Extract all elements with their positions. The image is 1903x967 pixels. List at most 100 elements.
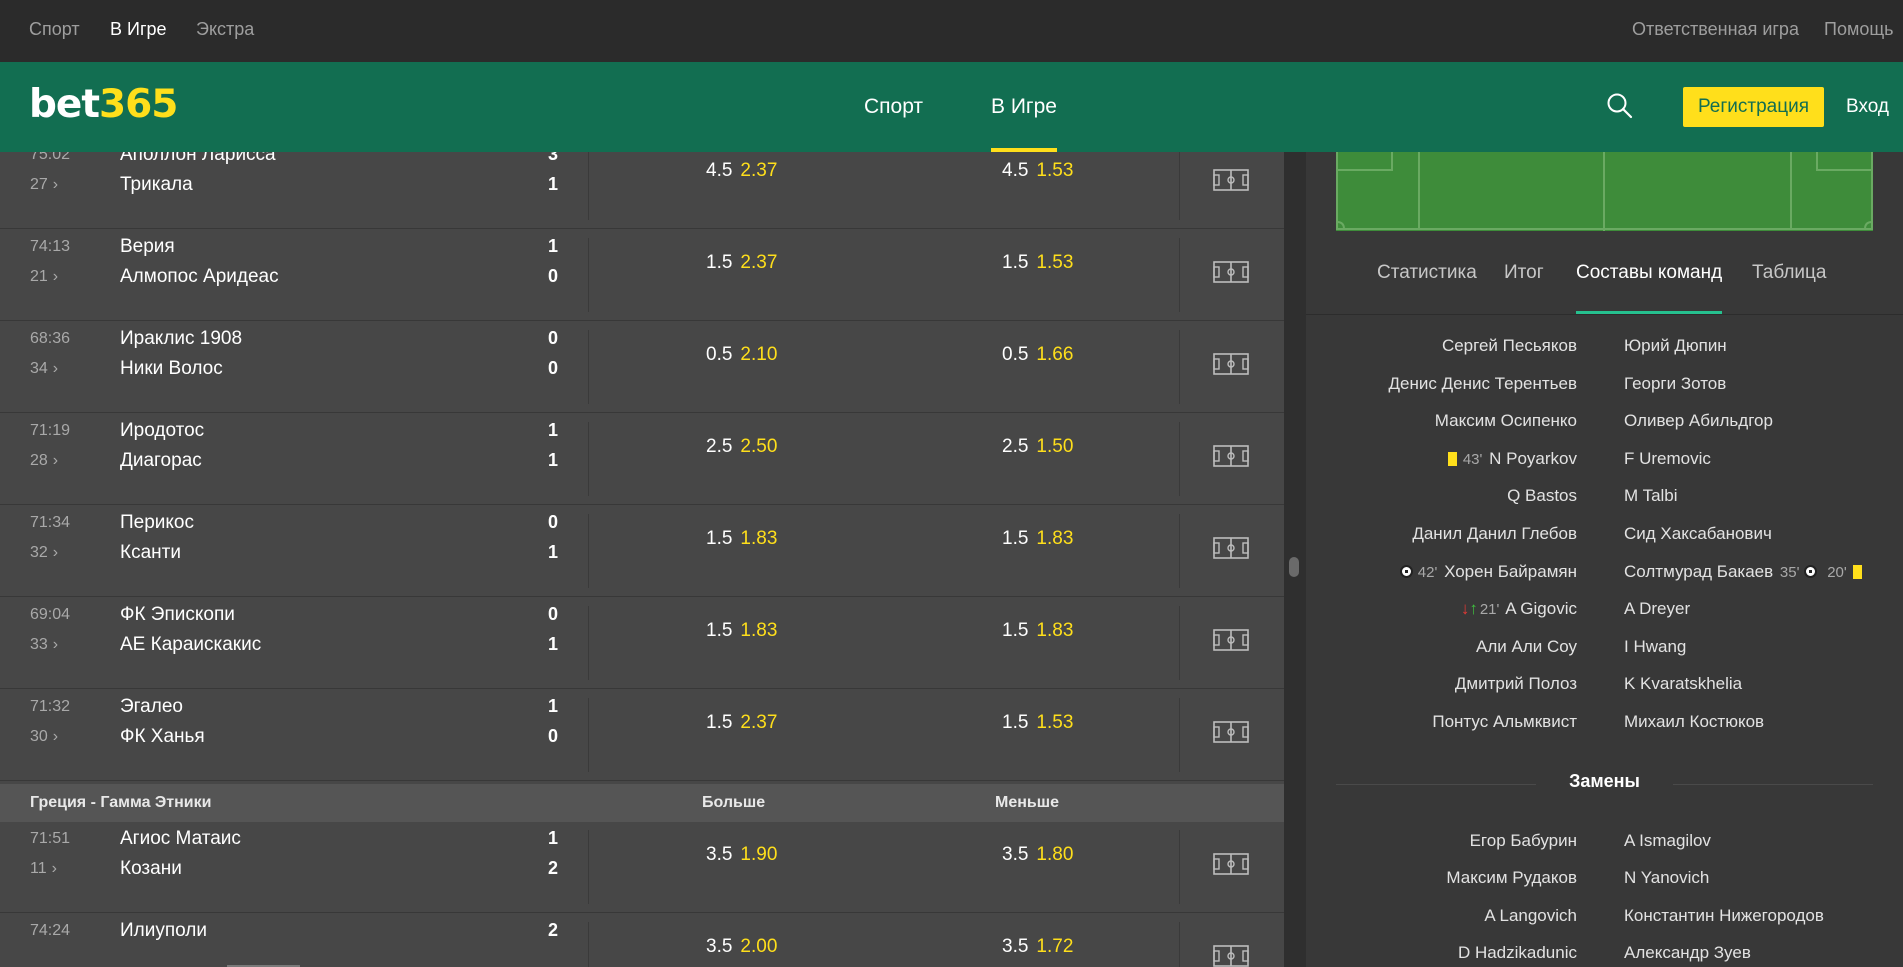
under-odds-button[interactable]: 3.5 1.80 [1002,844,1073,866]
away-score: 1 [548,450,559,470]
under-odds-button[interactable]: 3.5 1.72 [1002,936,1073,958]
home-team: Перикос [120,512,194,533]
match-minute[interactable]: 28 › [30,452,58,470]
away-player: Юрий Дюпин [1624,336,1727,355]
away-player: Солтмурад Бакаев [1624,562,1774,581]
tab-table[interactable]: Таблица [1752,262,1827,314]
under-odds-button[interactable]: 1.5 1.83 [1002,528,1073,550]
event-minute: 42' [1417,564,1438,581]
vertical-scrollbar-thumb[interactable] [1289,557,1299,577]
event-minute: 21' [1479,601,1500,618]
over-odds-button[interactable]: 1.5 2.37 [706,712,777,734]
column-divider [588,698,589,772]
over-odds-button[interactable]: 2.5 2.50 [706,436,777,458]
match-minute[interactable]: 27 › [30,176,58,194]
match-row[interactable]: 71:51 11 › Агиос Матаис Козани 1 2 3.5 1.90 3.5 1.… [0,822,1284,913]
over-odds-button[interactable]: 3.5 2.00 [706,936,777,958]
pitch-icon[interactable] [1213,853,1249,875]
over-odds-button[interactable]: 0.5 2.10 [706,344,777,366]
pitch-icon[interactable] [1213,721,1249,743]
match-row[interactable]: 69:04 33 › ФК Эпископи АЕ Караискакис 0 1 1.5 1.… [0,598,1284,689]
tab-summary[interactable]: Итог [1504,262,1544,314]
under-price: 1.53 [1036,160,1074,181]
responsible-gaming-link[interactable]: Ответственная игра [1632,0,1799,62]
over-price: 2.00 [740,936,778,957]
pitch-icon[interactable] [1213,537,1249,559]
login-button[interactable]: Вход [1846,87,1889,127]
over-odds-button[interactable]: 4.5 2.37 [706,160,777,182]
under-line: 1.5 [1002,620,1029,641]
under-price: 1.83 [1036,528,1074,549]
column-divider [1179,830,1180,904]
goal-ball-icon [1399,565,1413,578]
tab-lineups[interactable]: Составы команд [1576,262,1723,314]
under-price: 1.66 [1036,344,1074,365]
match-row[interactable]: 75:02 27 › Аполлон Ларисса Трикала 3 1 4.5 2.37 4… [0,152,1284,229]
home-player: Хорен Байрамян [1444,562,1577,581]
bet365-logo[interactable]: bet365 [29,82,178,128]
over-odds-button[interactable]: 1.5 1.83 [706,528,777,550]
pitch-icon[interactable] [1213,629,1249,651]
under-odds-button[interactable]: 1.5 1.53 [1002,712,1073,734]
topnav-sport[interactable]: Спорт [29,0,80,62]
away-player: M Talbi [1624,486,1678,505]
over-column-header: Больше [702,794,766,811]
match-row[interactable]: 71:34 32 › Перикос Ксанти 0 1 1.5 1.83 1.5 1.83 [0,506,1284,597]
home-score: 1 [548,236,559,256]
help-link[interactable]: Помощь [1824,0,1894,62]
match-clock: 74:13 [30,238,71,255]
under-line: 3.5 [1002,844,1029,865]
match-row[interactable]: 71:19 28 › Иродотос Диагорас 1 1 2.5 2.50 2.5 1.50 [0,414,1284,505]
goal-ball-icon [1804,565,1818,578]
under-odds-button[interactable]: 1.5 1.53 [1002,252,1073,274]
match-row[interactable]: 71:32 30 › Эгалео ФК Ханья 1 0 1.5 2.37 1.5 1.53 [0,690,1284,781]
over-odds-button[interactable]: 1.5 2.37 [706,252,777,274]
mainnav-inplay[interactable]: В Игре [991,62,1057,152]
away-team: Ксанти [120,542,181,563]
match-row[interactable]: 68:36 34 › Ираклис 1908 Ники Волос 0 0 0.5 2.10 0… [0,322,1284,413]
pitch-icon[interactable] [1213,261,1249,283]
over-odds-button[interactable]: 3.5 1.90 [706,844,777,866]
match-row[interactable]: 74:13 21 › Верия Алмопос Аридеас 1 0 1.5 2.37 1.5… [0,230,1284,321]
substitutes-title: Замены [1569,771,1640,791]
register-button[interactable]: Регистрация [1683,87,1824,127]
over-line: 0.5 [706,344,733,365]
away-player: Сид Хаксабанович [1624,524,1772,543]
home-player: Сергей Песьяков [1441,336,1577,355]
over-line: 1.5 [706,528,733,549]
match-minute[interactable]: 32 › [30,544,58,562]
chevron-right-icon: › [52,544,59,561]
column-divider [588,922,589,967]
home-team: Верия [120,236,175,257]
match-minute[interactable]: 33 › [30,636,58,654]
under-odds-button[interactable]: 1.5 1.83 [1002,620,1073,642]
pitch-icon[interactable] [1213,945,1249,967]
home-score: 0 [548,512,559,532]
away-player: K Kvaratskhelia [1624,674,1743,693]
under-odds-button[interactable]: 2.5 1.50 [1002,436,1073,458]
tab-statistics[interactable]: Статистика [1377,262,1477,314]
pitch-icon[interactable] [1213,169,1249,191]
match-minute[interactable]: 11 › [30,860,57,878]
column-divider [588,152,589,220]
match-minute[interactable]: 30 › [30,728,58,746]
under-line: 1.5 [1002,528,1029,549]
mainnav-sport[interactable]: Спорт [864,62,923,152]
over-odds-button[interactable]: 1.5 1.83 [706,620,777,642]
away-sub: Константин Нижегородов [1624,906,1824,925]
search-icon[interactable] [1606,92,1634,120]
match-row[interactable]: 74:24 Илиуполи 2 3.5 2.00 3.5 1.72 [0,914,1284,967]
under-odds-button[interactable]: 4.5 1.53 [1002,160,1073,182]
over-line: 1.5 [706,252,733,273]
under-price: 1.50 [1036,436,1074,457]
topnav-inplay[interactable]: В Игре [110,0,167,62]
pitch-icon[interactable] [1213,445,1249,467]
under-odds-button[interactable]: 0.5 1.66 [1002,344,1073,366]
column-divider [1179,922,1180,967]
topnav-extra[interactable]: Экстра [196,0,254,62]
match-clock: 69:04 [30,606,71,623]
match-minute[interactable]: 21 › [30,268,58,286]
column-divider [1179,698,1180,772]
pitch-icon[interactable] [1213,353,1249,375]
match-minute[interactable]: 34 › [30,360,58,378]
